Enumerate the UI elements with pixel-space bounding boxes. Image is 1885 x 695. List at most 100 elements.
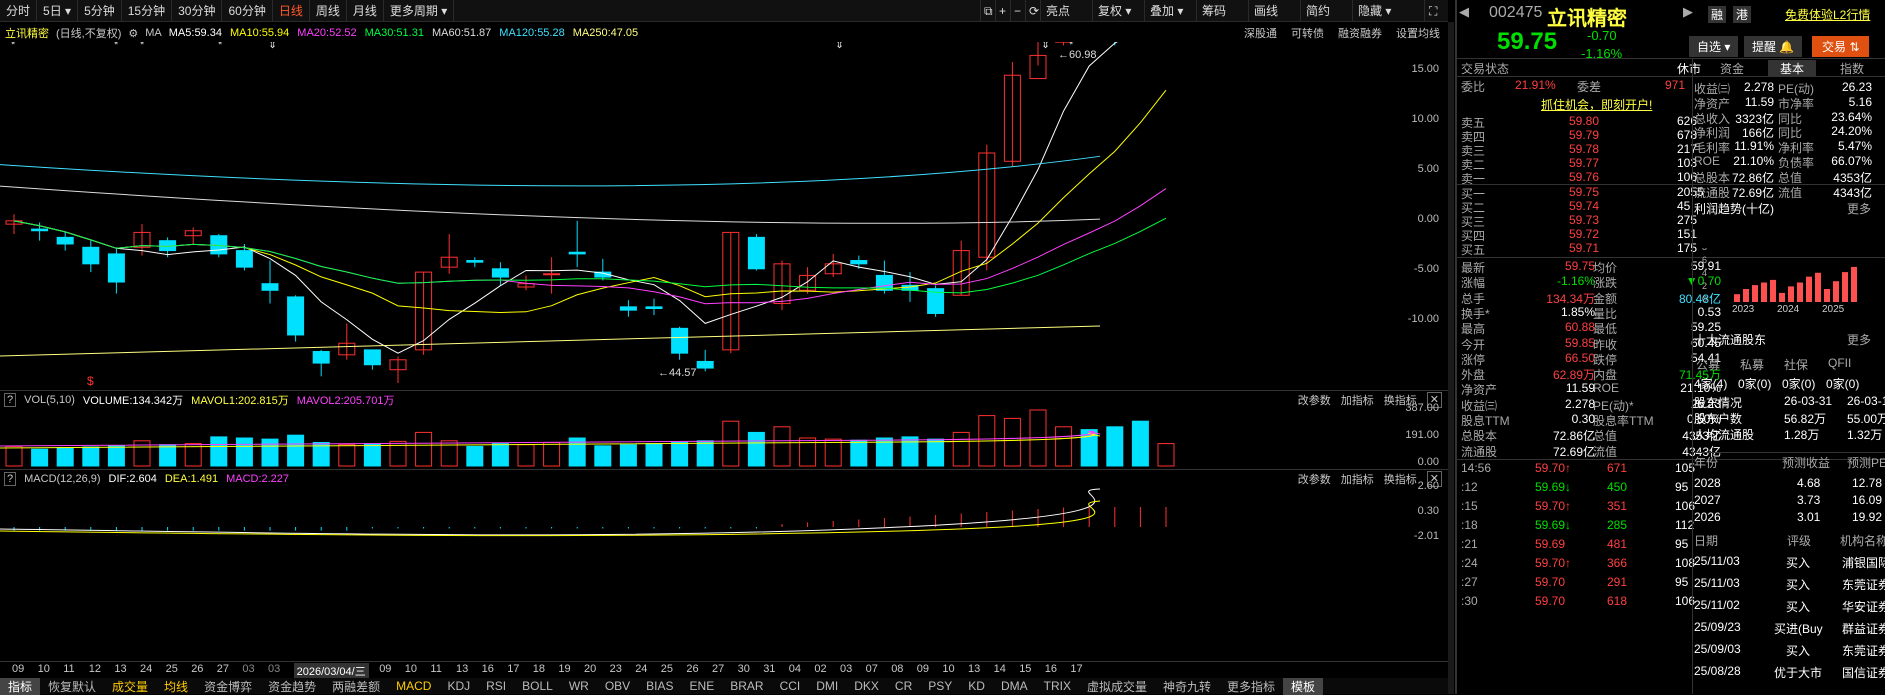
trade-button[interactable]: 交易 ⇅	[1812, 36, 1869, 57]
dif-line	[0, 489, 1100, 535]
next-stock-icon[interactable]: ▶	[1683, 4, 1693, 20]
indicator-tab[interactable]: MACD	[388, 679, 439, 693]
legend-link[interactable]: 可转债	[1291, 25, 1324, 41]
period-tab[interactable]: 60分钟	[222, 0, 272, 22]
trade-price: 59.70↑	[1535, 556, 1571, 570]
legend-link[interactable]: 设置均线	[1396, 25, 1440, 41]
zoom-icon[interactable]: ⧉	[980, 0, 996, 22]
toolbar-right-button[interactable]: 亮点	[1040, 0, 1075, 22]
period-tab[interactable]: 更多周期 ▾	[384, 0, 454, 22]
fund-tab[interactable]: 资金	[1708, 60, 1756, 77]
toolbar-right-button[interactable]: 简约	[1300, 0, 1335, 22]
indicator-tab[interactable]: DMI	[808, 679, 846, 693]
indicator-link[interactable]: 加指标	[1341, 471, 1374, 487]
indicator-tab[interactable]: 均线	[156, 678, 196, 695]
macd-axis-label: 2.60	[1395, 480, 1439, 492]
watchlist-button[interactable]: 自选 ▾	[1689, 36, 1738, 57]
forecast-pe: 19.92	[1852, 510, 1882, 524]
period-tab[interactable]: 周线	[310, 0, 347, 22]
help-icon[interactable]: ?	[4, 393, 16, 407]
indicator-tab[interactable]: KDJ	[439, 679, 478, 693]
toolbar-right-button[interactable]: 筹码	[1196, 0, 1231, 22]
macd-chart[interactable]	[0, 487, 1400, 547]
period-tab[interactable]: 5分钟	[78, 0, 122, 22]
forecast-pe: 16.09	[1852, 493, 1882, 507]
profit-more[interactable]: 更多	[1847, 200, 1871, 217]
indicator-tab[interactable]: TRIX	[1036, 679, 1079, 693]
gear-icon[interactable]: ⚙	[128, 27, 138, 40]
profit-bar	[1824, 289, 1830, 302]
indicator-tab[interactable]: 恢复默认	[40, 678, 104, 695]
indicator-link[interactable]: 改参数	[1298, 471, 1331, 487]
indicator-tab[interactable]: BOLL	[514, 679, 561, 693]
profit-bar	[1815, 273, 1821, 302]
promo-link[interactable]: 免费体验L2行情	[1785, 6, 1870, 23]
zoom-icon[interactable]: +	[995, 0, 1009, 22]
period-tab[interactable]: 月线	[347, 0, 384, 22]
indicator-tab[interactable]: DMA	[993, 679, 1036, 693]
indicator-tab[interactable]: CR	[887, 679, 920, 693]
toolbar-right-button[interactable]: 隐藏 ▾	[1352, 0, 1396, 22]
fund-tab[interactable]: 指数	[1828, 60, 1876, 77]
fullscreen-icon[interactable]: ⛶	[1424, 0, 1441, 22]
fund-tab[interactable]: 基本	[1768, 60, 1816, 77]
indicator-tab[interactable]: 两融差额	[324, 678, 388, 695]
alert-button[interactable]: 提醒 🔔	[1744, 36, 1802, 57]
holders-val: 4家(4)	[1694, 375, 1727, 392]
indicator-tab[interactable]: PSY	[920, 679, 960, 693]
divider	[1457, 184, 1885, 185]
indicator-link[interactable]: 加指标	[1341, 392, 1374, 408]
period-tab[interactable]: 15分钟	[122, 0, 172, 22]
help-icon[interactable]: ?	[4, 472, 16, 486]
indicator-tab[interactable]: 资金趋势	[260, 678, 324, 695]
indicator-tab[interactable]: OBV	[597, 679, 638, 693]
indicator-tab[interactable]: BRAR	[722, 679, 771, 693]
holders-more[interactable]: 更多	[1847, 331, 1871, 348]
date-label: 04	[789, 663, 801, 675]
ma-item: MA20:52.52	[297, 27, 356, 39]
rating-grade: 买入	[1786, 576, 1810, 593]
indicator-tab[interactable]: WR	[561, 679, 597, 693]
indicator-tab[interactable]: 模板	[1283, 678, 1323, 695]
indicator-tab[interactable]: 虚拟成交量	[1079, 678, 1155, 695]
prev-stock-icon[interactable]: ◀	[1459, 4, 1469, 20]
indicator-tab[interactable]: BIAS	[638, 679, 681, 693]
trade-volume: 618	[1607, 594, 1627, 608]
legend-link[interactable]: 融资融券	[1338, 25, 1382, 41]
divider	[1692, 58, 1693, 694]
zoom-icon[interactable]: −	[1010, 0, 1024, 22]
indicator-tab[interactable]: ENE	[682, 679, 723, 693]
order-price: 59.71	[1569, 241, 1599, 255]
period-tab[interactable]: 5日 ▾	[37, 0, 78, 22]
kline-chart[interactable]: ←60.98←44.57****⇕⇕⇕*$	[0, 42, 1405, 387]
holders-val: 0家(0)	[1826, 375, 1859, 392]
date-label: 13	[968, 663, 980, 675]
legend-link[interactable]: 深股通	[1244, 25, 1277, 41]
toolbar-right-button[interactable]: 复权 ▾	[1092, 0, 1136, 22]
period-tab[interactable]: 30分钟	[172, 0, 222, 22]
open-account-banner[interactable]: 抓住机会，即刻开户!	[1541, 96, 1652, 113]
indicator-tab[interactable]: DKX	[846, 679, 887, 693]
toolbar-right-button[interactable]: 叠加 ▾	[1144, 0, 1188, 22]
candle-body	[672, 328, 688, 353]
ma-line	[14, 189, 1166, 304]
volume-chart[interactable]	[0, 408, 1400, 468]
period-tab[interactable]: 分时	[0, 0, 37, 22]
indicator-tab[interactable]: 资金博弈	[196, 678, 260, 695]
indicator-tab[interactable]: 更多指标	[1219, 678, 1283, 695]
indicator-tab[interactable]: KD	[960, 679, 993, 693]
toolbar-right-button[interactable]: 画线	[1248, 0, 1283, 22]
period-tab[interactable]: 日线	[273, 0, 310, 22]
holders-row-val: 1.32万	[1847, 426, 1882, 443]
indicator-tab[interactable]: 成交量	[104, 678, 156, 695]
indicator-tab[interactable]: CCI	[772, 679, 809, 693]
holders-row-val: 26-03-10	[1847, 394, 1885, 408]
volume-bar	[928, 439, 944, 466]
indicator-tab[interactable]: 指标	[0, 678, 40, 695]
indicator-link[interactable]: 改参数	[1298, 392, 1331, 408]
trade-count: 95	[1675, 480, 1688, 494]
candle-body	[851, 261, 867, 264]
indicator-tab[interactable]: 神奇九转	[1155, 678, 1219, 695]
zoom-icon[interactable]: ⟳	[1025, 0, 1042, 22]
indicator-tab[interactable]: RSI	[478, 679, 514, 693]
